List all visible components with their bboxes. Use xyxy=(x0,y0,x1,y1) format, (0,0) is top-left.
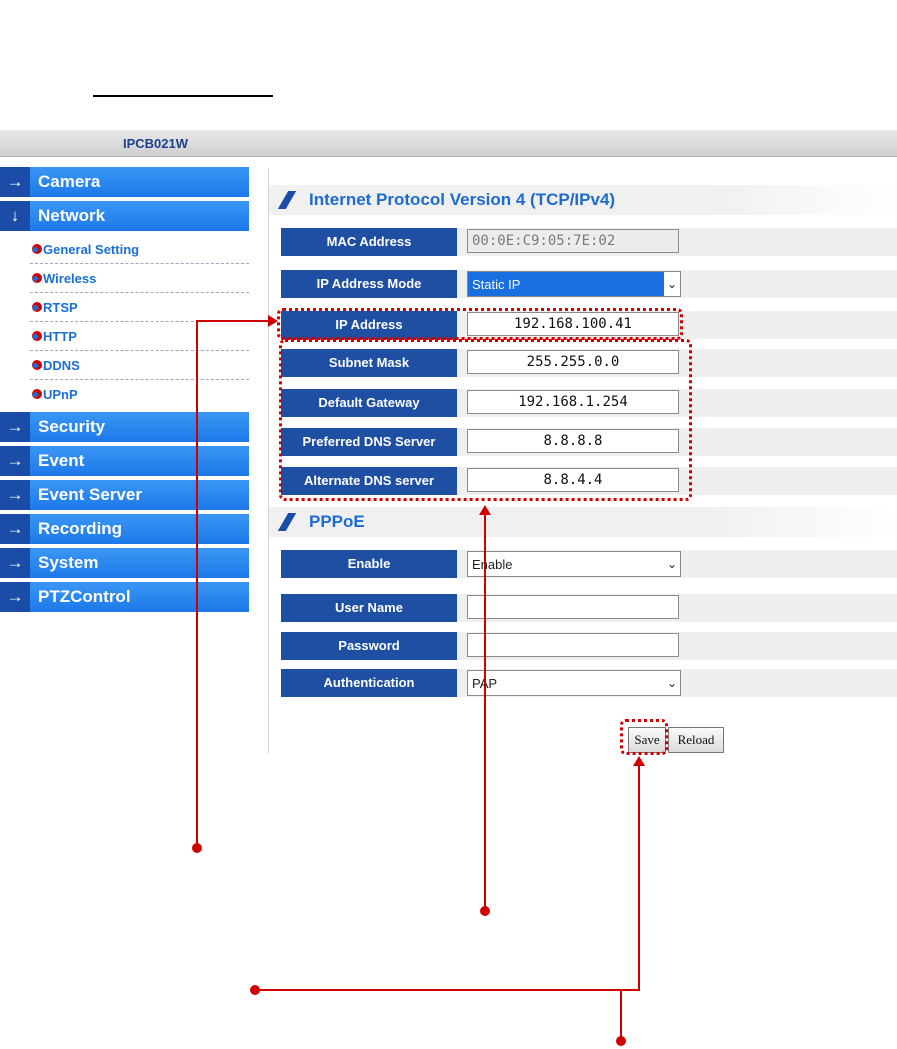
section-title: PPPoE xyxy=(309,512,365,531)
bullet-icon: ◆ xyxy=(32,244,42,254)
bullet-icon: ◆ xyxy=(32,302,42,312)
menu-label: System xyxy=(38,553,99,572)
row-authentication: Authentication PAP ⌄ xyxy=(281,669,897,697)
menu-ptzcontrol[interactable]: → PTZControl xyxy=(0,582,249,612)
arrow-right-icon: → xyxy=(0,480,30,510)
subitem-ddns[interactable]: ◆ DDNS xyxy=(30,351,249,380)
arrow-right-icon: → xyxy=(0,548,30,578)
bullet-icon: ◆ xyxy=(32,389,42,399)
menu-label: Recording xyxy=(38,519,123,538)
user-name-label: User Name xyxy=(281,594,457,622)
chevron-down-icon: ⌄ xyxy=(664,272,680,296)
menu-label: PTZControl xyxy=(38,587,131,606)
section-stripe-icon xyxy=(277,513,297,531)
callout-dot-left xyxy=(250,985,260,995)
arrow-right-icon: → xyxy=(0,167,30,197)
row-user-name: User Name xyxy=(281,594,897,622)
subitem-general-setting[interactable]: ◆ General Setting xyxy=(30,235,249,264)
authentication-label: Authentication xyxy=(281,669,457,697)
menu-label: Event Server xyxy=(38,485,142,504)
reload-button[interactable]: Reload xyxy=(668,727,724,753)
title-underline xyxy=(93,95,273,97)
menu-recording[interactable]: → Recording xyxy=(0,514,249,544)
callout-line-save xyxy=(638,763,640,991)
password-label: Password xyxy=(281,632,457,660)
callout-dot-ip xyxy=(192,843,202,853)
arrowhead-icon xyxy=(479,505,491,515)
menu-label: Network xyxy=(38,206,106,225)
arrowhead-icon xyxy=(633,756,645,766)
subitem-rtsp[interactable]: ◆ RTSP xyxy=(30,293,249,322)
menu-system[interactable]: → System xyxy=(0,548,249,578)
menu-camera[interactable]: → Camera xyxy=(0,167,249,197)
bullet-icon: ◆ xyxy=(32,273,42,283)
menu-security[interactable]: → Security xyxy=(0,412,249,442)
bullet-icon: ◆ xyxy=(32,360,42,370)
dns-group-highlight xyxy=(279,339,692,501)
menu-label: Camera xyxy=(38,172,101,191)
arrow-down-icon: ↓ xyxy=(0,201,30,231)
user-name-field[interactable] xyxy=(467,595,679,619)
section-pppoe: PPPoE xyxy=(269,507,897,537)
chevron-down-icon: ⌄ xyxy=(664,552,680,576)
callout-dot-bottom xyxy=(616,1036,626,1046)
row-ip-mode: IP Address Mode Static IP ⌄ xyxy=(281,270,897,298)
subitem-wireless[interactable]: ◆ Wireless xyxy=(30,264,249,293)
authentication-select[interactable]: PAP ⌄ xyxy=(467,670,681,696)
callout-line-ip xyxy=(196,320,198,847)
sidebar: → Camera ↓ Network ◆ General Setting ◆ Wir… xyxy=(0,167,249,616)
password-field[interactable] xyxy=(467,633,679,657)
device-model: IPCB021W xyxy=(123,136,189,151)
ip-address-highlight xyxy=(277,308,683,340)
section-stripe-icon xyxy=(277,191,297,209)
menu-label: Security xyxy=(38,417,106,436)
subitem-http[interactable]: ◆ HTTP xyxy=(30,322,249,351)
ip-mode-label: IP Address Mode xyxy=(281,270,457,298)
menu-label: Event xyxy=(38,451,85,470)
section-ipv4: Internet Protocol Version 4 (TCP/IPv4) xyxy=(269,185,897,215)
arrow-right-icon: → xyxy=(0,514,30,544)
menu-network[interactable]: ↓ Network xyxy=(0,201,249,231)
callout-line-bottom xyxy=(255,989,640,991)
arrowhead-icon xyxy=(268,315,278,327)
mac-address-field: 00:0E:C9:05:7E:02 xyxy=(467,229,679,253)
callout-dot-dns xyxy=(480,906,490,916)
chevron-down-icon: ⌄ xyxy=(664,671,680,695)
row-password: Password xyxy=(281,632,897,660)
row-pppoe-enable: Enable Enable ⌄ xyxy=(281,550,897,578)
callout-line-ip-h xyxy=(196,320,272,322)
top-bar: IPCB021W xyxy=(0,130,897,157)
pppoe-enable-label: Enable xyxy=(281,550,457,578)
save-highlight xyxy=(620,719,668,755)
section-title: Internet Protocol Version 4 (TCP/IPv4) xyxy=(309,190,616,209)
pppoe-enable-select[interactable]: Enable ⌄ xyxy=(467,551,681,577)
callout-line-dns xyxy=(484,512,486,910)
menu-event-server[interactable]: → Event Server xyxy=(0,480,249,510)
subitem-upnp[interactable]: ◆ UPnP xyxy=(30,380,249,408)
arrow-right-icon: → xyxy=(0,582,30,612)
menu-event[interactable]: → Event xyxy=(0,446,249,476)
row-mac-address: MAC Address 00:0E:C9:05:7E:02 xyxy=(281,228,897,256)
ip-mode-select[interactable]: Static IP ⌄ xyxy=(467,271,681,297)
bullet-icon: ◆ xyxy=(32,331,42,341)
arrow-right-icon: → xyxy=(0,446,30,476)
arrow-right-icon: → xyxy=(0,412,30,442)
mac-address-label: MAC Address xyxy=(281,228,457,256)
